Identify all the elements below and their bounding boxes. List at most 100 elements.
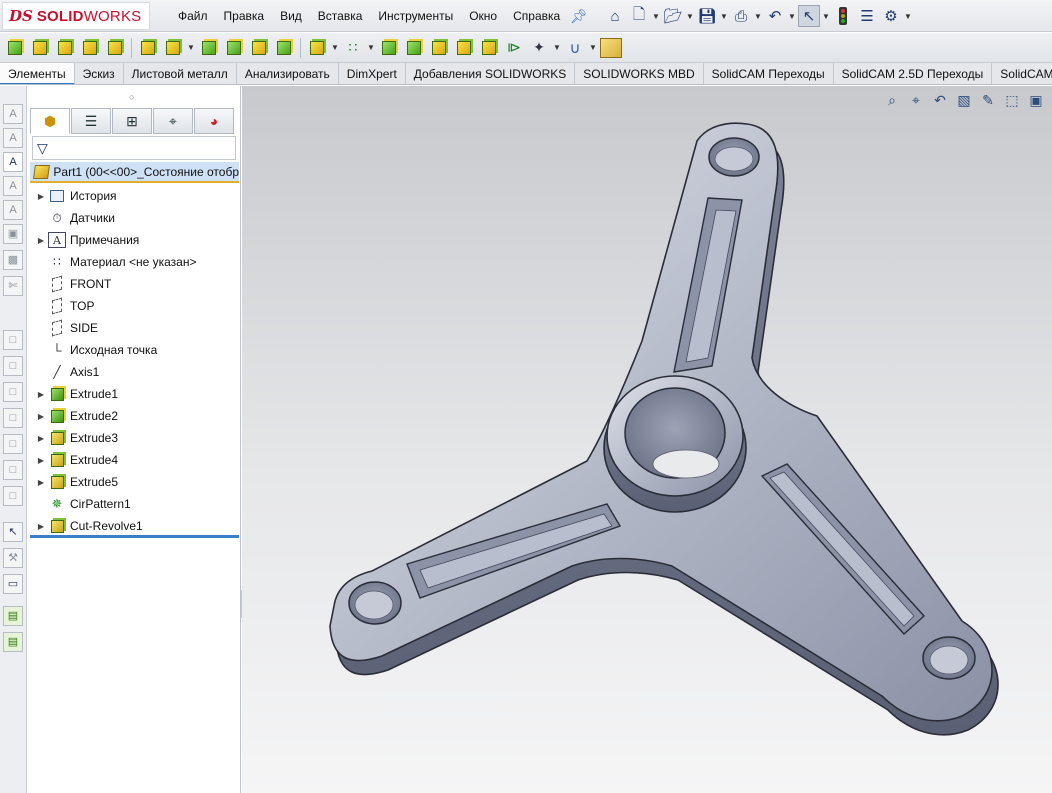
tab-dimxpert[interactable]: DimXpert <box>339 63 406 84</box>
print-icon[interactable]: ⎙ <box>730 5 752 27</box>
extruded-cut-icon[interactable] <box>137 37 159 59</box>
weld-symbol-icon[interactable]: A <box>3 200 23 220</box>
part-3d-model[interactable] <box>242 86 1052 793</box>
reference-geometry-icon[interactable]: ✦ <box>528 37 550 59</box>
tree-root-part[interactable]: Part1 (00<<00>_Состояние отобр <box>30 162 239 183</box>
tree-item-extrude5[interactable]: ▶ Extrude5 <box>30 471 239 493</box>
tree-item-history[interactable]: ▶ История <box>30 185 239 207</box>
chevron-down-icon[interactable]: ▼ <box>367 43 375 52</box>
view-box-icon[interactable]: □ <box>3 460 23 480</box>
revolved-boss-icon[interactable] <box>29 37 51 59</box>
view-box-icon[interactable]: □ <box>3 486 23 506</box>
surface-finish-icon[interactable]: A <box>3 176 23 196</box>
options-gear-icon[interactable]: ⚙ <box>880 5 902 27</box>
swept-cut-icon[interactable] <box>223 37 245 59</box>
chevron-down-icon[interactable]: ▼ <box>754 12 762 21</box>
view-box-icon[interactable]: □ <box>3 356 23 376</box>
display-icon[interactable]: ▭ <box>3 574 23 594</box>
chevron-down-icon[interactable]: ▼ <box>686 12 694 21</box>
expand-arrow-icon[interactable]: ▶ <box>34 434 48 443</box>
tab-sheet-metal[interactable]: Листовой металл <box>124 63 237 84</box>
expand-arrow-icon[interactable]: ▶ <box>34 236 48 245</box>
tree-item-top-plane[interactable]: TOP <box>30 295 239 317</box>
rollback-bar[interactable] <box>30 535 239 538</box>
menu-tools[interactable]: Инструменты <box>370 0 461 32</box>
lofted-boss-icon[interactable] <box>79 37 101 59</box>
tree-item-origin[interactable]: └ Исходная точка <box>30 339 239 361</box>
tree-item-extrude4[interactable]: ▶ Extrude4 <box>30 449 239 471</box>
tree-item-annotations[interactable]: ▶ A Примечания <box>30 229 239 251</box>
draft-icon[interactable] <box>403 37 425 59</box>
propertymanager-tab-icon[interactable]: ☰ <box>71 108 111 134</box>
wrap-icon[interactable] <box>453 37 475 59</box>
hole-wizard-icon[interactable] <box>162 37 184 59</box>
curves-icon[interactable]: ∪ <box>564 37 586 59</box>
chevron-down-icon[interactable]: ▼ <box>331 43 339 52</box>
view-box-icon[interactable]: □ <box>3 330 23 350</box>
tree-filter-input[interactable]: ▽ <box>32 136 236 160</box>
datum-target-icon[interactable]: ▩ <box>3 250 23 270</box>
tab-solidcam-25d[interactable]: SolidCAM 2.5D Переходы <box>834 63 993 84</box>
shell-icon[interactable] <box>428 37 450 59</box>
chevron-down-icon[interactable]: ▼ <box>904 12 912 21</box>
pin-menu-icon[interactable]: 📌︎ <box>570 8 588 25</box>
fillet-icon[interactable] <box>306 37 328 59</box>
lofted-cut-icon[interactable] <box>248 37 270 59</box>
wrench-icon[interactable]: ⚒ <box>3 548 23 568</box>
expand-arrow-icon[interactable]: ▶ <box>34 390 48 399</box>
view-box-icon[interactable]: □ <box>3 408 23 428</box>
chevron-down-icon[interactable]: ▼ <box>652 12 660 21</box>
chevron-down-icon[interactable]: ▼ <box>553 43 561 52</box>
graphics-area[interactable]: ⌕ ⌖ ↶ ▧ ✎ ⬚ ▣ <box>242 86 1052 793</box>
note-icon[interactable]: A <box>3 104 23 124</box>
tree-item-extrude1[interactable]: ▶ Extrude1 <box>30 383 239 405</box>
solidworks-logo[interactable]: DS SOLIDWORKS <box>2 2 150 30</box>
file-properties-icon[interactable]: ☰ <box>856 5 878 27</box>
menu-window[interactable]: Окно <box>461 0 505 32</box>
tree-item-front-plane[interactable]: FRONT <box>30 273 239 295</box>
instant3d-ruler-icon[interactable] <box>600 37 622 59</box>
extruded-boss-icon[interactable] <box>4 37 26 59</box>
tree-item-extrude3[interactable]: ▶ Extrude3 <box>30 427 239 449</box>
open-folder-icon[interactable]: 📂︎ <box>662 5 684 27</box>
expand-arrow-icon[interactable]: ▶ <box>34 412 48 421</box>
tree-item-extrude2[interactable]: ▶ Extrude2 <box>30 405 239 427</box>
layers-icon[interactable]: ▤ <box>3 606 23 626</box>
menu-file[interactable]: Файл <box>170 0 216 32</box>
tab-mbd[interactable]: SOLIDWORKS MBD <box>575 63 704 84</box>
smart-dimension-icon[interactable]: A <box>3 152 23 172</box>
expand-arrow-icon[interactable]: ▶ <box>34 192 48 201</box>
select-tool-icon[interactable]: ↖ <box>3 522 23 542</box>
chevron-down-icon[interactable]: ▼ <box>788 12 796 21</box>
chevron-down-icon[interactable]: ▼ <box>589 43 597 52</box>
menu-insert[interactable]: Вставка <box>310 0 371 32</box>
tab-evaluate[interactable]: Анализировать <box>237 63 339 84</box>
tab-solidcam-operations[interactable]: SolidCAM Переходы <box>704 63 834 84</box>
view-box-icon[interactable]: □ <box>3 382 23 402</box>
layers-icon[interactable]: ▤ <box>3 632 23 652</box>
chevron-down-icon[interactable]: ▼ <box>720 12 728 21</box>
featuremanager-tab-icon[interactable]: ⬢ <box>30 108 70 134</box>
chevron-down-icon[interactable]: ▼ <box>187 43 195 52</box>
displaymanager-tab-icon[interactable]: ◕ <box>194 108 234 134</box>
linear-pattern-icon[interactable]: ∷ <box>342 37 364 59</box>
undo-icon[interactable]: ↶ <box>764 5 786 27</box>
boundary-boss-icon[interactable] <box>104 37 126 59</box>
rib-icon[interactable] <box>378 37 400 59</box>
tree-item-axis1[interactable]: ╱ Axis1 <box>30 361 239 383</box>
tab-solidcam-3d[interactable]: SolidCAM 3D П <box>992 63 1052 84</box>
chevron-down-icon[interactable]: ▼ <box>822 12 830 21</box>
hole-callout-icon[interactable]: ✄ <box>3 276 23 296</box>
expand-arrow-icon[interactable]: ▶ <box>34 478 48 487</box>
mirror-icon[interactable]: ⧐ <box>503 37 525 59</box>
menu-edit[interactable]: Правка <box>216 0 273 32</box>
select-cursor-icon[interactable]: ↖ <box>798 5 820 27</box>
dimxpertmanager-tab-icon[interactable]: ⌖ <box>153 108 193 134</box>
tree-item-side-plane[interactable]: SIDE <box>30 317 239 339</box>
swept-boss-icon[interactable] <box>54 37 76 59</box>
tree-item-cirpattern1[interactable]: ✵ CirPattern1 <box>30 493 239 515</box>
expand-arrow-icon[interactable]: ▶ <box>34 456 48 465</box>
datum-feature-icon[interactable]: ▣ <box>3 224 23 244</box>
revolved-cut-icon[interactable] <box>198 37 220 59</box>
tab-features[interactable]: Элементы <box>0 63 75 84</box>
